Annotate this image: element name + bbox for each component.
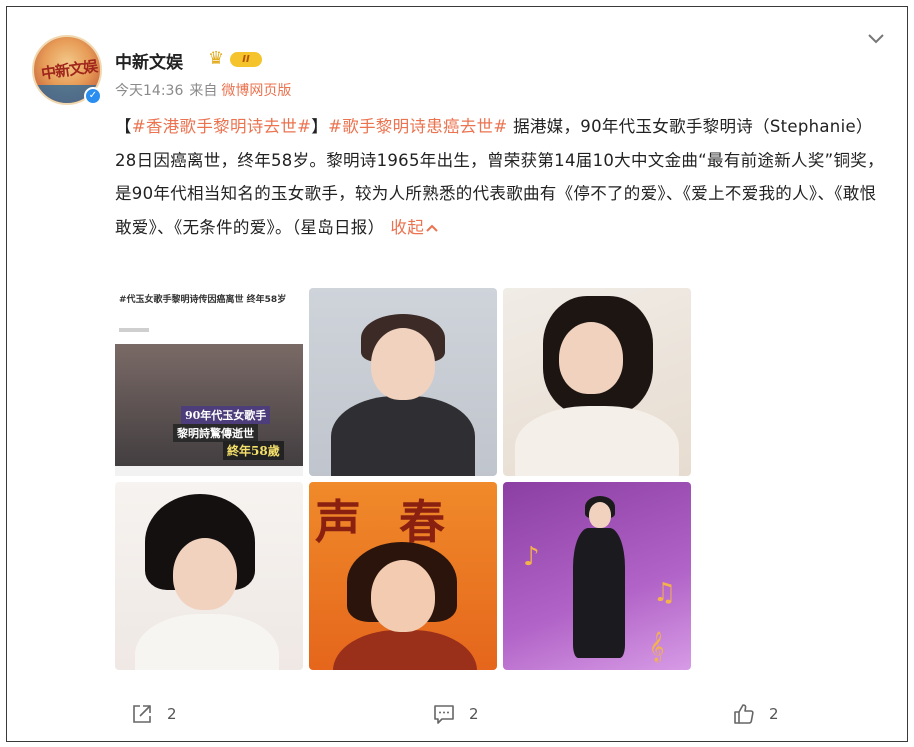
comment-icon xyxy=(434,705,454,724)
image-thumbnail-4[interactable] xyxy=(115,482,303,670)
news-caption-3: 終年58歲 xyxy=(223,441,284,460)
news-footer xyxy=(115,466,303,476)
crown-icon: ♛ xyxy=(208,48,225,69)
from-label: 来自 xyxy=(189,83,218,99)
open-bracket: 【 xyxy=(115,117,132,136)
share-count: 2 xyxy=(167,705,177,723)
portrait-face xyxy=(559,322,623,394)
portrait-face xyxy=(371,328,435,400)
news-caption-1: 90年代玉女歌手 xyxy=(181,406,271,424)
close-bracket: 】 xyxy=(311,117,329,136)
portrait-body xyxy=(333,630,477,670)
vip-level: II xyxy=(230,52,262,67)
image-thumbnail-3[interactable] xyxy=(503,288,691,476)
news-header: #代玉女歌手黎明诗传因癌离世 终年58岁 xyxy=(115,288,303,344)
image-thumbnail-1[interactable]: #代玉女歌手黎明诗传因癌离世 终年58岁 90年代玉女歌手 黎明詩驚傳逝世 終年… xyxy=(115,288,303,476)
news-caption-2: 黎明詩驚傳逝世 xyxy=(173,424,258,442)
news-headline: #代玉女歌手黎明诗传因癌离世 终年58岁 xyxy=(119,295,287,305)
collapse-link[interactable]: 收起 xyxy=(390,218,438,237)
portrait-face xyxy=(173,538,237,610)
image-thumbnail-6[interactable]: ♪ ♫ 𝄞 xyxy=(503,482,691,670)
like-count: 2 xyxy=(769,705,779,723)
post-meta: 今天14:36 来自 微博网页版 xyxy=(115,80,291,100)
portrait-body xyxy=(135,614,279,670)
weibo-post-card: 中新文娱 ✓ 中新文娱 ♛ II 今天14:36 来自 微博网页版 【#香港歌手黎明… xyxy=(6,6,908,742)
chevron-up-icon xyxy=(426,224,438,232)
hashtag-link-2[interactable]: #歌手黎明诗患癌去世# xyxy=(328,117,507,136)
avatar-logo-text: 中新文娱 xyxy=(40,57,99,83)
music-note-icon: ♪ xyxy=(523,542,540,572)
comment-button[interactable]: 2 xyxy=(433,702,479,726)
like-button[interactable]: 2 xyxy=(733,702,779,726)
comment-count: 2 xyxy=(469,705,479,723)
chevron-down-icon[interactable] xyxy=(865,27,887,49)
action-bar: 2 2 2 xyxy=(7,702,909,732)
image-grid: #代玉女歌手黎明诗传因癌离世 终年58岁 90年代玉女歌手 黎明詩驚傳逝世 終年… xyxy=(115,288,697,670)
vip-badge[interactable]: ♛ II xyxy=(208,49,264,69)
hashtag-link-1[interactable]: #香港歌手黎明诗去世# xyxy=(132,117,311,136)
portrait-face xyxy=(589,502,611,528)
author-name[interactable]: 中新文娱 xyxy=(115,48,183,73)
share-icon xyxy=(133,705,151,723)
image-thumbnail-5[interactable]: 声春 xyxy=(309,482,497,670)
post-text: 【#香港歌手黎明诗去世#】#歌手黎明诗患癌去世# 据港媒，90年代玉女歌手黎明诗… xyxy=(115,110,885,244)
portrait-face xyxy=(371,560,435,632)
verified-icon: ✓ xyxy=(84,87,102,105)
portrait-body xyxy=(331,396,475,476)
image-thumbnail-2[interactable] xyxy=(309,288,497,476)
news-subline xyxy=(119,328,149,332)
music-note-icon: 𝄞 xyxy=(649,632,665,662)
share-button[interactable]: 2 xyxy=(131,702,177,726)
portrait-body xyxy=(515,406,679,476)
post-source[interactable]: 微博网页版 xyxy=(221,83,291,99)
music-note-icon: ♫ xyxy=(653,578,677,608)
like-icon xyxy=(734,704,754,724)
collapse-label: 收起 xyxy=(390,217,425,237)
portrait-body xyxy=(573,528,625,658)
post-time[interactable]: 今天14:36 xyxy=(115,83,183,99)
